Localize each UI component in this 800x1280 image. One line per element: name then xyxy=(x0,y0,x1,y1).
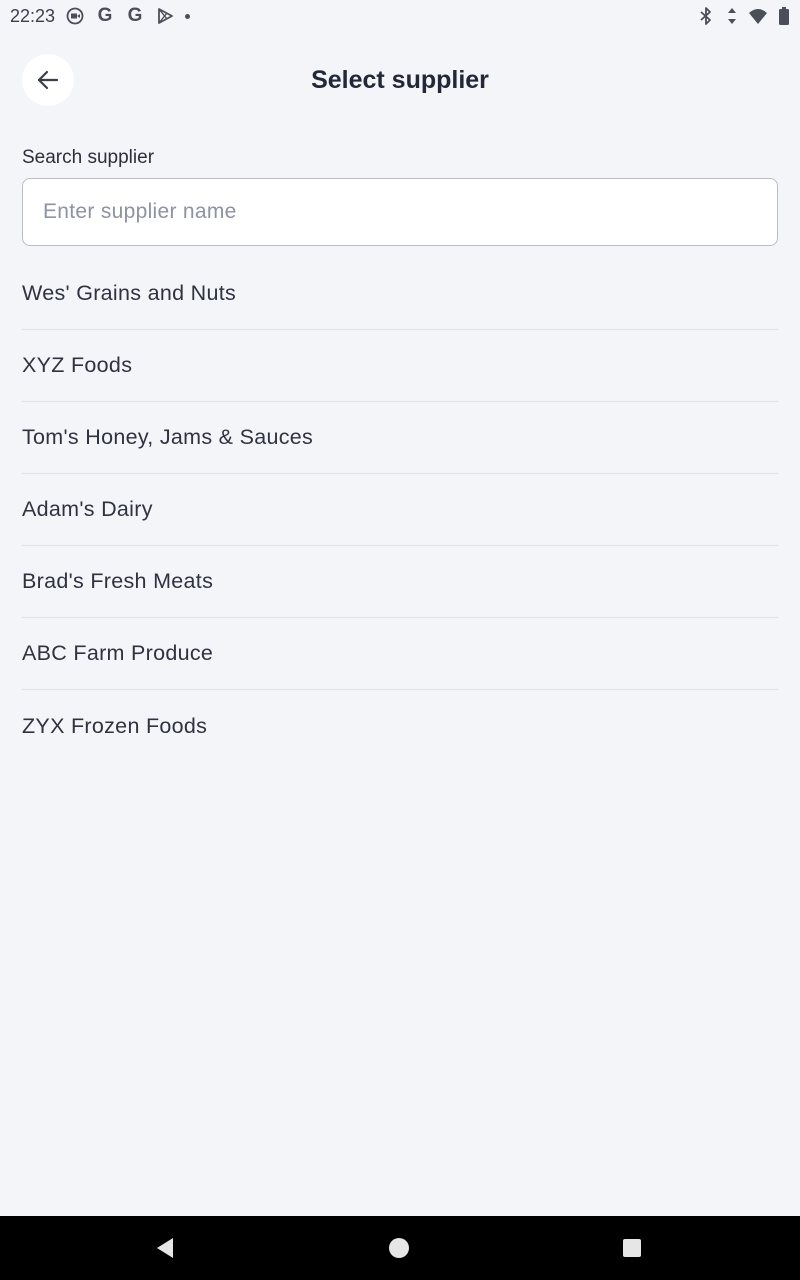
play-store-icon xyxy=(155,6,175,26)
supplier-list: Wes' Grains and Nuts XYZ Foods Tom's Hon… xyxy=(22,258,778,762)
battery-icon xyxy=(778,6,790,26)
dot-icon xyxy=(185,13,191,19)
app-bar: Select supplier xyxy=(0,54,800,106)
supplier-item[interactable]: Brad's Fresh Meats xyxy=(22,546,778,618)
supplier-name: XYZ Foods xyxy=(22,353,133,377)
supplier-name: Wes' Grains and Nuts xyxy=(22,281,237,305)
supplier-name: ZYX Frozen Foods xyxy=(22,713,208,738)
supplier-name: Adam's Dairy xyxy=(22,497,153,521)
search-field[interactable] xyxy=(22,178,778,246)
status-right xyxy=(696,6,790,26)
status-left: 22:23 G G xyxy=(10,5,191,27)
wifi-icon xyxy=(748,6,768,26)
nav-back-button[interactable] xyxy=(125,1216,205,1280)
navigation-bar xyxy=(0,1216,800,1280)
google-icon: G xyxy=(97,5,113,26)
google-icon: G xyxy=(127,5,143,26)
camera-off-icon xyxy=(65,6,85,26)
bluetooth-icon xyxy=(696,6,716,26)
supplier-item[interactable]: Wes' Grains and Nuts xyxy=(22,258,778,330)
supplier-name: Tom's Honey, Jams & Sauces xyxy=(22,425,314,449)
supplier-item[interactable]: ZYX Frozen Foods xyxy=(22,690,778,762)
supplier-item[interactable]: ABC Farm Produce xyxy=(22,618,778,690)
supplier-item[interactable]: Adam's Dairy xyxy=(22,474,778,546)
supplier-name: ABC Farm Produce xyxy=(22,641,214,665)
page-title: Select supplier xyxy=(311,66,489,94)
status-bar: 22:23 G G xyxy=(0,0,800,32)
supplier-item[interactable]: Tom's Honey, Jams & Sauces xyxy=(22,402,778,474)
nav-recents-button[interactable] xyxy=(592,1216,672,1280)
screen: 22:23 G G Select supplier Search supplie… xyxy=(0,0,800,1280)
recents-square-icon xyxy=(622,1238,642,1258)
search-input[interactable] xyxy=(43,200,757,224)
back-triangle-icon xyxy=(154,1236,176,1260)
data-arrows-icon xyxy=(726,6,738,26)
supplier-name: Brad's Fresh Meats xyxy=(22,569,214,593)
home-circle-icon xyxy=(388,1237,410,1259)
status-time: 22:23 xyxy=(10,5,56,26)
nav-home-button[interactable] xyxy=(359,1216,439,1280)
supplier-item[interactable]: XYZ Foods xyxy=(22,330,778,402)
search-label: Search supplier xyxy=(22,147,155,168)
